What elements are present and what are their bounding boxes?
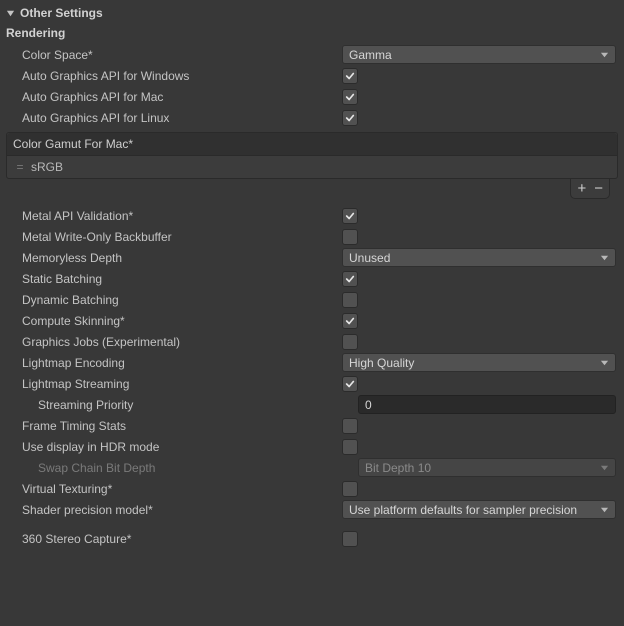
label-memoryless-depth: Memoryless Depth: [22, 251, 342, 265]
list-item[interactable]: = sRGB: [7, 156, 617, 178]
dropdown-value: High Quality: [349, 356, 599, 370]
label-compute-skinning: Compute Skinning*: [22, 314, 342, 328]
remove-button[interactable]: −: [594, 181, 603, 196]
list-footer: + −: [6, 179, 618, 199]
chevron-down-icon: [599, 463, 609, 472]
row-graphics-jobs: Graphics Jobs (Experimental): [0, 331, 624, 352]
input-streaming-priority[interactable]: 0: [358, 395, 616, 414]
checkbox-metal-api-validation[interactable]: [342, 208, 358, 224]
checkbox-frame-timing[interactable]: [342, 418, 358, 434]
row-shader-precision: Shader precision model* Use platform def…: [0, 499, 624, 520]
checkbox-stereo-capture[interactable]: [342, 531, 358, 547]
label-frame-timing: Frame Timing Stats: [22, 419, 342, 433]
section-header[interactable]: Other Settings: [0, 4, 624, 24]
chevron-down-icon: [599, 50, 609, 59]
label-auto-api-linux: Auto Graphics API for Linux: [22, 111, 342, 125]
row-auto-api-windows: Auto Graphics API for Windows: [0, 65, 624, 86]
row-stereo-capture: 360 Stereo Capture*: [0, 528, 624, 549]
label-static-batching: Static Batching: [22, 272, 342, 286]
add-button[interactable]: +: [577, 181, 586, 196]
row-frame-timing: Frame Timing Stats: [0, 415, 624, 436]
label-metal-api-validation: Metal API Validation*: [22, 209, 342, 223]
color-gamut-list: Color Gamut For Mac* = sRGB: [6, 132, 618, 179]
section-header-title: Other Settings: [20, 6, 103, 20]
list-footer-buttons: + −: [570, 179, 610, 199]
dropdown-value: Unused: [349, 251, 599, 265]
checkbox-auto-api-mac[interactable]: [342, 89, 358, 105]
row-memoryless-depth: Memoryless Depth Unused: [0, 247, 624, 268]
label-hdr-mode: Use display in HDR mode: [22, 440, 342, 454]
other-settings-panel: Other Settings Rendering Color Space* Ga…: [0, 0, 624, 549]
checkbox-static-batching[interactable]: [342, 271, 358, 287]
label-color-space: Color Space*: [22, 48, 342, 62]
row-auto-api-mac: Auto Graphics API for Mac: [0, 86, 624, 107]
chevron-down-icon: [599, 358, 609, 367]
input-value: 0: [365, 398, 372, 412]
row-streaming-priority: Streaming Priority 0: [0, 394, 624, 415]
checkbox-hdr-mode[interactable]: [342, 439, 358, 455]
label-graphics-jobs: Graphics Jobs (Experimental): [22, 335, 342, 349]
row-hdr-mode: Use display in HDR mode: [0, 436, 624, 457]
checkbox-virtual-texturing[interactable]: [342, 481, 358, 497]
label-lightmap-encoding: Lightmap Encoding: [22, 356, 342, 370]
dropdown-memoryless-depth[interactable]: Unused: [342, 248, 616, 267]
row-color-space: Color Space* Gamma: [0, 44, 624, 65]
row-lightmap-streaming: Lightmap Streaming: [0, 373, 624, 394]
row-auto-api-linux: Auto Graphics API for Linux: [0, 107, 624, 128]
dropdown-lightmap-encoding[interactable]: High Quality: [342, 353, 616, 372]
label-shader-precision: Shader precision model*: [22, 503, 342, 517]
checkbox-graphics-jobs[interactable]: [342, 334, 358, 350]
row-dynamic-batching: Dynamic Batching: [0, 289, 624, 310]
label-streaming-priority: Streaming Priority: [22, 398, 358, 412]
dropdown-value: Use platform defaults for sampler precis…: [349, 503, 599, 517]
label-auto-api-mac: Auto Graphics API for Mac: [22, 90, 342, 104]
row-static-batching: Static Batching: [0, 268, 624, 289]
label-dynamic-batching: Dynamic Batching: [22, 293, 342, 307]
color-gamut-header: Color Gamut For Mac*: [7, 133, 617, 156]
row-virtual-texturing: Virtual Texturing*: [0, 478, 624, 499]
row-lightmap-encoding: Lightmap Encoding High Quality: [0, 352, 624, 373]
row-metal-api-validation: Metal API Validation*: [0, 205, 624, 226]
checkbox-dynamic-batching[interactable]: [342, 292, 358, 308]
checkbox-compute-skinning[interactable]: [342, 313, 358, 329]
dropdown-shader-precision[interactable]: Use platform defaults for sampler precis…: [342, 500, 616, 519]
label-lightmap-streaming: Lightmap Streaming: [22, 377, 342, 391]
list-item-label: sRGB: [31, 160, 63, 174]
chevron-down-icon: [599, 505, 609, 514]
foldout-arrow-icon: [6, 9, 16, 18]
checkbox-lightmap-streaming[interactable]: [342, 376, 358, 392]
rendering-subheader: Rendering: [0, 24, 624, 44]
row-compute-skinning: Compute Skinning*: [0, 310, 624, 331]
checkbox-auto-api-linux[interactable]: [342, 110, 358, 126]
chevron-down-icon: [599, 253, 609, 262]
checkbox-auto-api-windows[interactable]: [342, 68, 358, 84]
checkbox-metal-write-only[interactable]: [342, 229, 358, 245]
label-stereo-capture: 360 Stereo Capture*: [22, 532, 342, 546]
dropdown-value: Gamma: [349, 48, 599, 62]
label-virtual-texturing: Virtual Texturing*: [22, 482, 342, 496]
dropdown-color-space[interactable]: Gamma: [342, 45, 616, 64]
label-auto-api-windows: Auto Graphics API for Windows: [22, 69, 342, 83]
row-metal-write-only: Metal Write-Only Backbuffer: [0, 226, 624, 247]
drag-handle-icon: =: [13, 160, 27, 174]
dropdown-swap-chain: Bit Depth 10: [358, 458, 616, 477]
label-metal-write-only: Metal Write-Only Backbuffer: [22, 230, 342, 244]
dropdown-value: Bit Depth 10: [365, 461, 599, 475]
row-swap-chain: Swap Chain Bit Depth Bit Depth 10: [0, 457, 624, 478]
label-swap-chain: Swap Chain Bit Depth: [22, 461, 358, 475]
